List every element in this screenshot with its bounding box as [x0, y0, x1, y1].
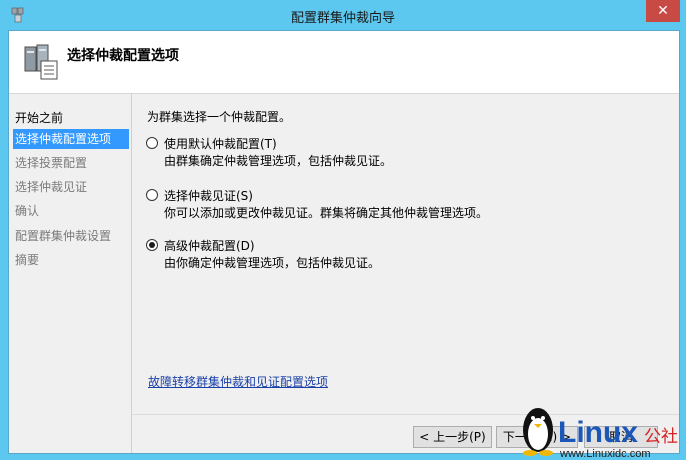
prompt-text: 为群集选择一个仲裁配置。: [147, 110, 292, 124]
wizard-content: 为群集选择一个仲裁配置。 使用默认仲裁配置(T) 由群集确定仲裁管理选项，包括仲…: [132, 94, 679, 453]
help-link[interactable]: 故障转移群集仲裁和见证配置选项: [148, 373, 328, 390]
step-summary[interactable]: 摘要: [13, 250, 129, 270]
radio-advanced-quorum[interactable]: [146, 239, 158, 251]
close-button[interactable]: ✕: [646, 0, 680, 22]
step-before-you-begin[interactable]: 开始之前: [13, 108, 129, 128]
step-select-voting-config[interactable]: 选择投票配置: [13, 153, 129, 173]
previous-button[interactable]: < 上一步(P): [413, 426, 492, 448]
wizard-step-list: 开始之前 选择仲裁配置选项 选择投票配置 选择仲裁见证 确认 配置群集仲裁设置 …: [9, 94, 132, 453]
button-bar: < 上一步(P) 下一步(N) > 取消: [132, 414, 679, 454]
cancel-button[interactable]: 取消: [584, 426, 658, 448]
title-bar[interactable]: 配置群集仲裁向导 ✕: [0, 0, 686, 30]
radio-default-quorum[interactable]: [146, 137, 158, 149]
step-confirm[interactable]: 确认: [13, 201, 129, 221]
wizard-header: 选择仲裁配置选项: [9, 31, 679, 94]
next-button[interactable]: 下一步(N) >: [496, 426, 578, 448]
option-label[interactable]: 高级仲裁配置(D): [164, 237, 255, 254]
page-title: 选择仲裁配置选项: [67, 48, 179, 64]
radio-select-witness[interactable]: [146, 189, 158, 201]
option-description: 你可以添加或更改仲裁见证。群集将确定其他仲裁管理选项。: [164, 206, 489, 220]
wizard-body: 选择仲裁配置选项 开始之前 选择仲裁配置选项 选择投票配置 选择仲裁见证 确认 …: [8, 30, 680, 454]
option-label[interactable]: 使用默认仲裁配置(T): [164, 135, 277, 152]
step-select-quorum-witness[interactable]: 选择仲裁见证: [13, 177, 129, 197]
cluster-quorum-icon: [24, 44, 58, 80]
window-title: 配置群集仲裁向导: [290, 11, 395, 26]
option-label[interactable]: 选择仲裁见证(S): [164, 187, 253, 204]
step-configure-quorum[interactable]: 配置群集仲裁设置: [13, 226, 129, 246]
step-select-quorum-option[interactable]: 选择仲裁配置选项: [13, 129, 129, 149]
option-description: 由你确定仲裁管理选项，包括仲裁见证。: [164, 256, 381, 270]
wizard-window: 配置群集仲裁向导 ✕ 选择仲裁配置选项 开始之前 选择仲裁配置选项 选择投票配置…: [0, 0, 686, 460]
option-description: 由群集确定仲裁管理选项，包括仲裁见证。: [164, 154, 393, 168]
